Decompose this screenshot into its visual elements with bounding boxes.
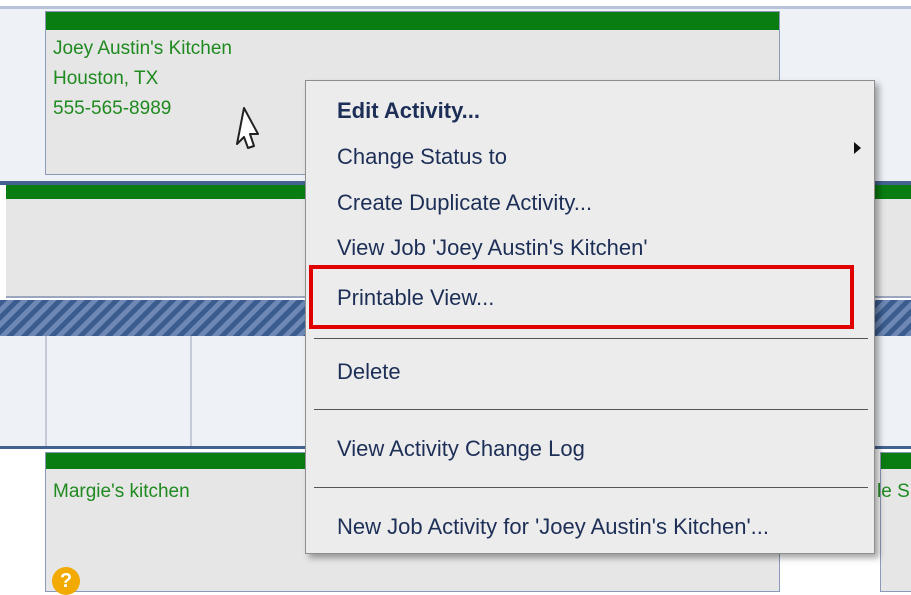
menu-item-delete[interactable]: Delete — [337, 359, 401, 385]
menu-separator — [314, 409, 868, 410]
activity-card-name: Margie's kitchen — [53, 481, 190, 502]
activity-card-header — [881, 453, 911, 469]
activity-card-phone: 555-565-8989 — [53, 98, 172, 119]
submenu-arrow-icon — [854, 142, 861, 154]
highlight-box — [309, 265, 854, 329]
menu-item-view-change-log[interactable]: View Activity Change Log — [337, 436, 585, 462]
menu-item-create-duplicate[interactable]: Create Duplicate Activity... — [337, 190, 592, 216]
activity-card-name: Joey Austin's Kitchen — [53, 38, 232, 59]
menu-separator — [314, 487, 868, 488]
menu-item-new-job-activity[interactable]: New Job Activity for 'Joey Austin's Kitc… — [337, 514, 769, 540]
menu-item-edit-activity[interactable]: Edit Activity... — [337, 98, 480, 124]
activity-card-header — [46, 12, 779, 30]
cell-divider-1 — [45, 336, 47, 446]
activity-card-partial-text: le S — [877, 481, 910, 502]
warning-icon: ? — [52, 567, 80, 595]
menu-separator — [314, 338, 868, 339]
menu-item-change-status[interactable]: Change Status to — [337, 144, 507, 170]
activity-card-partial[interactable]: le S — [877, 452, 911, 592]
activity-card-location: Houston, TX — [53, 68, 159, 89]
context-menu: Edit Activity... Change Status to Create… — [305, 80, 875, 554]
menu-item-view-job[interactable]: View Job 'Joey Austin's Kitchen' — [337, 235, 648, 261]
cell-divider-2 — [190, 336, 192, 446]
mouse-pointer-icon — [236, 107, 259, 149]
